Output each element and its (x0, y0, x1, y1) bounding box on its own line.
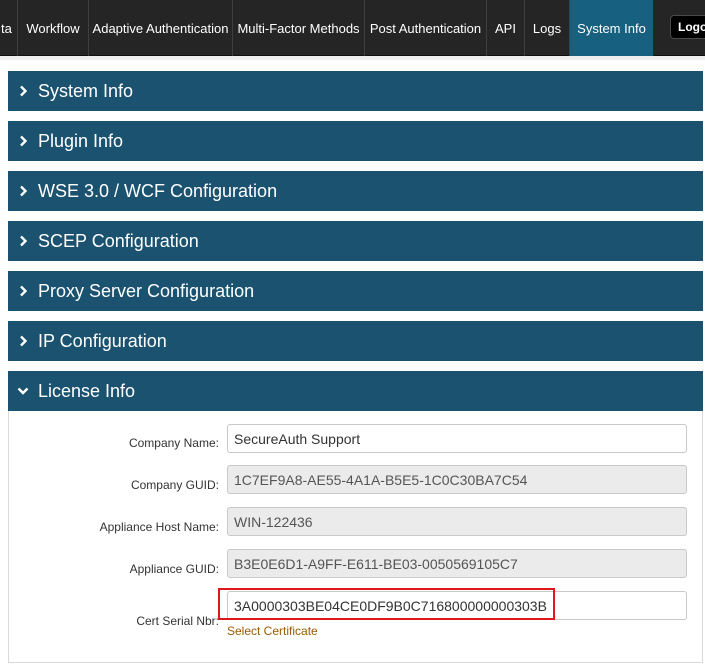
nav-tab-post-authentication[interactable]: Post Authentication (365, 0, 487, 56)
section-title: SCEP Configuration (38, 230, 199, 251)
section-title: License Info (38, 380, 136, 401)
section-header-plugin-info[interactable]: Plugin Info (8, 121, 703, 161)
chevron-down-icon (8, 386, 38, 396)
nav-tab-workflow[interactable]: Workflow (18, 0, 89, 56)
section-title: Plugin Info (38, 130, 124, 151)
section-title: IP Configuration (38, 330, 167, 351)
nav-tab-label: Workflow (26, 20, 80, 36)
section-header-system-info[interactable]: System Info (8, 71, 703, 111)
chevron-right-icon (8, 85, 38, 97)
logout-button[interactable]: Logout (670, 15, 705, 39)
nav-tab-system-info[interactable]: System Info (570, 0, 653, 56)
nav-tab-label: Post Authentication (369, 20, 482, 36)
section-header-ip-configuration[interactable]: IP Configuration (8, 321, 703, 361)
section-header-license-info[interactable]: License Info (8, 371, 703, 411)
chevron-right-icon (8, 285, 38, 297)
section-title: WSE 3.0 / WCF Configuration (38, 180, 278, 201)
nav-tab-adaptive-authentication[interactable]: Adaptive Authentication (89, 0, 233, 56)
company-name-label: Company Name: (128, 436, 219, 450)
appliance-guid-label: Appliance GUID: (129, 562, 219, 576)
section-title: System Info (38, 80, 134, 101)
nav-tab-data[interactable]: ta (0, 0, 18, 56)
cert-serial-number-field[interactable] (227, 591, 687, 620)
logout-label: Logout (678, 20, 705, 34)
nav-tab-label: API (495, 20, 516, 36)
appliance-guid-field (227, 549, 687, 578)
nav-tab-label: Adaptive Authentication (92, 20, 229, 36)
top-nav-bar: ta Workflow Adaptive Authentication Mult… (0, 0, 705, 56)
section-header-scep-configuration[interactable]: SCEP Configuration (8, 221, 703, 261)
section-header-wse-wcf-configuration[interactable]: WSE 3.0 / WCF Configuration (8, 171, 703, 211)
appliance-host-name-label: Appliance Host Name: (99, 520, 219, 534)
company-guid-label: Company GUID: (130, 478, 219, 492)
nav-tab-label: Logs (532, 20, 562, 36)
company-guid-field (227, 465, 687, 494)
nav-tab-multi-factor-methods[interactable]: Multi-Factor Methods (233, 0, 365, 56)
nav-tab-label: Multi-Factor Methods (237, 20, 360, 36)
company-name-field[interactable] (227, 424, 687, 453)
section-header-proxy-server-configuration[interactable]: Proxy Server Configuration (8, 271, 703, 311)
chevron-right-icon (8, 135, 38, 147)
nav-tab-label: ta (1, 20, 12, 36)
nav-tab-api[interactable]: API (487, 0, 525, 56)
cert-serial-number-label: Cert Serial Nbr: (136, 614, 219, 628)
chevron-right-icon (8, 235, 38, 247)
nav-tab-logs[interactable]: Logs (525, 0, 570, 56)
chevron-right-icon (8, 185, 38, 197)
chevron-right-icon (8, 335, 38, 347)
nav-tab-label: System Info (577, 20, 646, 36)
section-title: Proxy Server Configuration (38, 280, 255, 301)
select-certificate-link[interactable]: Select Certificate (227, 624, 318, 638)
appliance-host-name-field (227, 507, 687, 536)
